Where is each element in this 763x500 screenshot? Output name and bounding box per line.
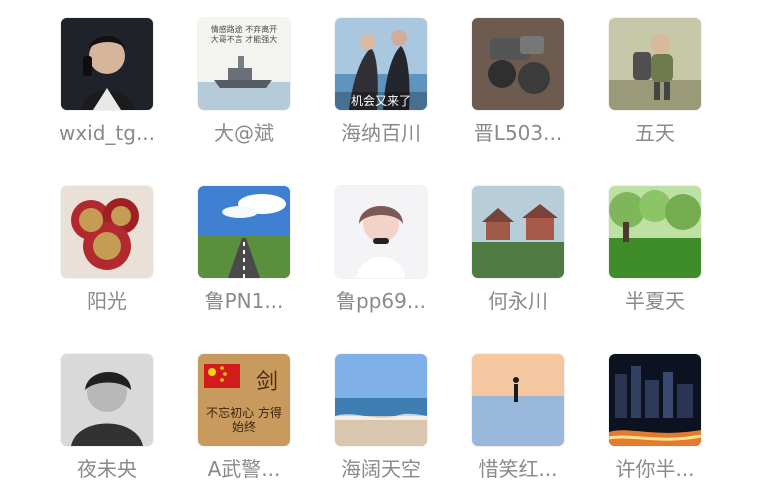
contact-name: 晋L503... bbox=[473, 121, 563, 145]
road-sky-avatar bbox=[198, 186, 290, 278]
contact-item[interactable]: 鲁PN1... bbox=[182, 186, 302, 336]
contact-item[interactable]: 机会又来了 海纳百川 bbox=[319, 18, 439, 168]
contact-name: 五天 bbox=[635, 121, 675, 145]
contact-name: 阳光 bbox=[87, 289, 127, 313]
person-phone-avatar bbox=[61, 18, 153, 110]
house-field-avatar bbox=[472, 186, 564, 278]
contact-name: 夜未央 bbox=[77, 457, 137, 481]
contact-item[interactable]: 许你半... bbox=[593, 354, 713, 500]
contact-name: A武警... bbox=[207, 457, 281, 481]
contact-item[interactable]: 惜笑红... bbox=[456, 354, 576, 500]
couple-sea-avatar: 机会又来了 bbox=[335, 18, 427, 110]
contact-name: 大@斌 bbox=[214, 121, 274, 145]
contact-item[interactable]: wxid_tg... bbox=[45, 18, 165, 168]
sea-horizon-avatar bbox=[335, 354, 427, 446]
contact-name: 何永川 bbox=[488, 289, 548, 313]
contact-name: wxid_tg... bbox=[58, 121, 156, 145]
contact-name: 鲁PN1... bbox=[204, 289, 284, 313]
contact-name: 鲁pp69... bbox=[336, 289, 426, 313]
ship-text-avatar: 情感路途 不弃离开 大哥不言 才能强大 bbox=[198, 18, 290, 110]
child-backpack-avatar bbox=[609, 18, 701, 110]
contact-name: 惜笑红... bbox=[478, 457, 558, 481]
contact-item[interactable]: 半夏天 bbox=[593, 186, 713, 336]
green-park-avatar bbox=[609, 186, 701, 278]
contact-item[interactable]: 晋L503... bbox=[456, 18, 576, 168]
calligraphy-top: 剑 bbox=[255, 370, 278, 395]
contact-item[interactable]: 何永川 bbox=[456, 186, 576, 336]
contact-item[interactable]: 夜未央 bbox=[45, 354, 165, 500]
contact-item[interactable]: 鲁pp69... bbox=[319, 186, 439, 336]
ship-caption: 情感路途 不弃离开 大哥不言 才能强大 bbox=[210, 25, 278, 44]
flag-calligraphy-avatar: 剑 不忘初心 方得始终 bbox=[198, 354, 290, 446]
avatar-overlay-text: 机会又来了 bbox=[335, 92, 427, 110]
contact-item[interactable]: 五天 bbox=[593, 18, 713, 168]
calligraphy-bottom: 不忘初心 方得始终 bbox=[206, 406, 282, 434]
contact-name: 海阔天空 bbox=[341, 457, 421, 481]
contact-item[interactable]: 阳光 bbox=[45, 186, 165, 336]
machinery-avatar bbox=[472, 18, 564, 110]
girl-portrait-avatar bbox=[335, 186, 427, 278]
contact-item[interactable]: 情感路途 不弃离开 大哥不言 才能强大 大@斌 bbox=[182, 18, 302, 168]
contact-name: 许你半... bbox=[615, 457, 695, 481]
contact-grid: wxid_tg... 情感路途 不弃离开 大哥不言 才能强大 大@斌 机会又来了… bbox=[0, 0, 763, 500]
city-night-avatar bbox=[609, 354, 701, 446]
red-ornament-avatar bbox=[61, 186, 153, 278]
bw-person-avatar bbox=[61, 354, 153, 446]
sunset-walk-avatar bbox=[472, 354, 564, 446]
contact-name: 半夏天 bbox=[625, 289, 685, 313]
contact-item[interactable]: 海阔天空 bbox=[319, 354, 439, 500]
contact-item[interactable]: 剑 不忘初心 方得始终 A武警... bbox=[182, 354, 302, 500]
contact-name: 海纳百川 bbox=[341, 121, 421, 145]
